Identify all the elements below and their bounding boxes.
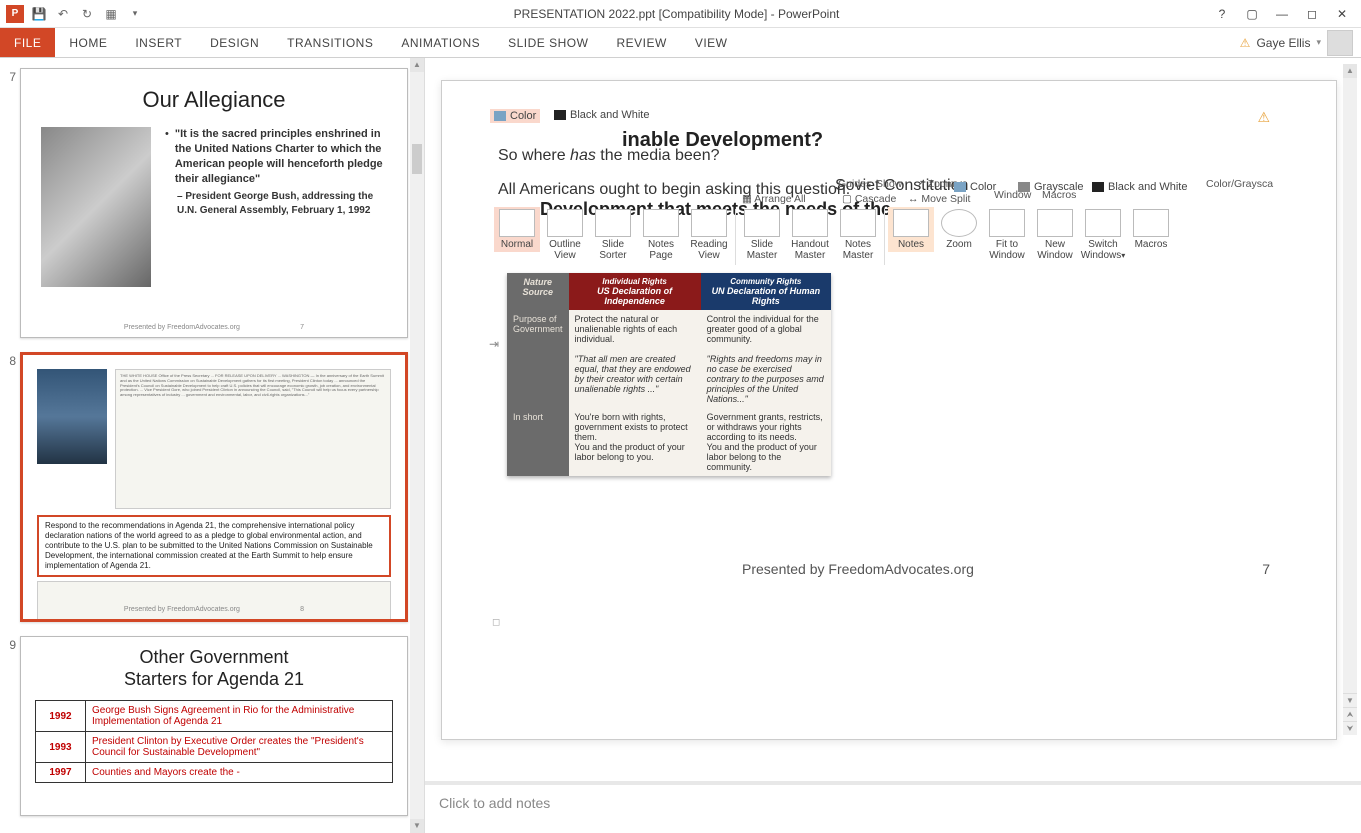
slide-footer-text: Presented by FreedomAdvocates.org [742, 561, 974, 577]
undo-icon[interactable]: ↶ [54, 5, 72, 23]
view-zoom-button[interactable]: Zoom [936, 207, 982, 252]
slide7-photo [41, 127, 151, 287]
ribbon-tabs: FILE HOME INSERT DESIGN TRANSITIONS ANIM… [0, 28, 1361, 58]
slide7-attr: – President George Bush, addressing the … [177, 190, 387, 217]
tab-file[interactable]: FILE [0, 28, 55, 57]
ghost-guides: Guides [838, 178, 871, 190]
slide-text-line1: So where has the media been? [498, 147, 720, 165]
slide8-lower-doc [37, 581, 391, 622]
slide7-footer: Presented by FreedomAdvocates.org [124, 324, 240, 331]
view-outline-button[interactable]: Outline View [542, 207, 588, 263]
comparison-table: Nature Source Individual RightsUS Declar… [507, 273, 831, 476]
ghost-grayscale: Grayscale [1018, 181, 1084, 193]
tab-insert[interactable]: INSERT [121, 28, 196, 57]
tab-home[interactable]: HOME [55, 28, 121, 57]
ghost-show: Show [876, 178, 902, 190]
slide8-callout: Respond to the recommendations in Agenda… [37, 515, 391, 577]
ghost-cascade: ▢ Cascade [842, 193, 896, 205]
scroll-up-icon[interactable]: ▲ [1343, 64, 1357, 78]
view-handoutmaster-button[interactable]: Handout Master [787, 207, 833, 263]
slide9-title-a: Other Government [139, 647, 288, 667]
view-ribbon-group: Normal Outline View Slide Sorter Notes P… [494, 207, 1174, 265]
slide8-photo [37, 369, 107, 464]
slide8-document: THE WHITE HOUSE Office of the Press Secr… [115, 369, 391, 509]
slide7-title: Our Allegiance [21, 87, 407, 113]
slide7-page: 7 [300, 324, 304, 331]
slide8-page: 8 [300, 606, 304, 613]
redo-icon[interactable]: ↻ [78, 5, 96, 23]
window-title: PRESENTATION 2022.ppt [Compatibility Mod… [144, 7, 1209, 21]
canvas-scrollbar[interactable]: ▲ ▼ ⮝ ⮟ [1343, 64, 1357, 735]
view-notespage-button[interactable]: Notes Page [638, 207, 684, 263]
tab-view[interactable]: VIEW [681, 28, 742, 57]
slide8-footer: Presented by FreedomAdvocates.org [124, 606, 240, 613]
placeholder-handle-icon[interactable]: ⇥ [489, 337, 499, 351]
view-notes-button[interactable]: Notes [888, 207, 934, 252]
placeholder-corner-icon[interactable]: ◻ [492, 617, 500, 628]
notes-pane[interactable]: Click to add notes [425, 781, 1361, 833]
user-menu-chevron-icon[interactable]: ▾ [1316, 37, 1321, 48]
thumbnail-slide-8[interactable]: 8 THE WHITE HOUSE Office of the Press Se… [4, 352, 408, 622]
ghost-bw2: Black and White [1092, 181, 1187, 193]
tab-review[interactable]: REVIEW [602, 28, 680, 57]
notes-placeholder: Click to add notes [439, 795, 1347, 811]
slide-number: 9 [4, 636, 20, 816]
view-fit-button[interactable]: Fit to Window [984, 207, 1030, 263]
prev-slide-icon[interactable]: ⮝ [1343, 707, 1357, 721]
scroll-down-icon[interactable]: ▼ [1343, 693, 1357, 707]
tab-animations[interactable]: ANIMATIONS [387, 28, 494, 57]
view-switch-button[interactable]: Switch Windows▾ [1080, 207, 1126, 263]
slide-number: 7 [4, 68, 20, 338]
slide-thumbnail-panel: 7 Our Allegiance "It is the sacred princ… [0, 58, 425, 833]
ghost-color2: Color [954, 181, 996, 193]
qat-more-icon[interactable]: ▾ [126, 5, 144, 23]
help-icon[interactable]: ? [1209, 4, 1235, 24]
thumbnail-slide-9[interactable]: 9 Other GovernmentStarters for Agenda 21… [4, 636, 408, 816]
slide7-quote: "It is the sacred principles enshrined i… [175, 127, 387, 186]
minimize-icon[interactable]: — [1269, 4, 1295, 24]
warning-icon: ⚠ [1240, 36, 1251, 50]
slide9-title-b: Starters for Agenda 21 [124, 669, 304, 689]
view-normal-button[interactable]: Normal [494, 207, 540, 252]
close-icon[interactable]: ✕ [1329, 4, 1355, 24]
view-slidemaster-button[interactable]: Slide Master [739, 207, 785, 263]
slide-number: 8 [4, 352, 20, 622]
ribbon-display-icon[interactable]: ▢ [1239, 4, 1265, 24]
app-badge: P [6, 5, 24, 23]
tab-transitions[interactable]: TRANSITIONS [273, 28, 387, 57]
slide9-table: 1992George Bush Signs Agreement in Rio f… [35, 700, 393, 783]
tab-slideshow[interactable]: SLIDE SHOW [494, 28, 602, 57]
view-reading-button[interactable]: Reading View [686, 207, 732, 263]
thumbnail-scrollbar[interactable]: ▲ ▼ [410, 58, 424, 833]
view-sorter-button[interactable]: Slide Sorter [590, 207, 636, 263]
start-slideshow-icon[interactable]: ▦ [102, 5, 120, 23]
thumbnail-slide-7[interactable]: 7 Our Allegiance "It is the sacred princ… [4, 68, 408, 338]
scroll-thumb[interactable] [412, 144, 422, 174]
avatar[interactable] [1327, 30, 1353, 56]
maximize-icon[interactable]: ◻ [1299, 4, 1325, 24]
ghost-arrange: ▦ Arrange All [742, 193, 806, 205]
scroll-up-icon[interactable]: ▲ [410, 58, 424, 72]
scroll-down-icon[interactable]: ▼ [410, 819, 424, 833]
ghost-movesplit: ↔ Move Split [908, 193, 970, 205]
slide-canvas[interactable]: Color Black and White ⚠ inable Developme… [441, 80, 1337, 740]
next-slide-icon[interactable]: ⮟ [1343, 721, 1357, 735]
signed-in-user[interactable]: Gaye Ellis [1256, 36, 1310, 50]
view-macros-button[interactable]: Macros [1128, 207, 1174, 252]
tab-design[interactable]: DESIGN [196, 28, 273, 57]
slide-page-number: 7 [1262, 561, 1270, 577]
view-notesmaster-button[interactable]: Notes Master [835, 207, 881, 263]
view-newwindow-button[interactable]: New Window [1032, 207, 1078, 263]
ghost-zoom-label: ↗ Zoom [916, 178, 955, 190]
ghost-colorgray: Color/Graysca [1206, 178, 1273, 190]
save-icon[interactable]: 💾 [30, 5, 48, 23]
